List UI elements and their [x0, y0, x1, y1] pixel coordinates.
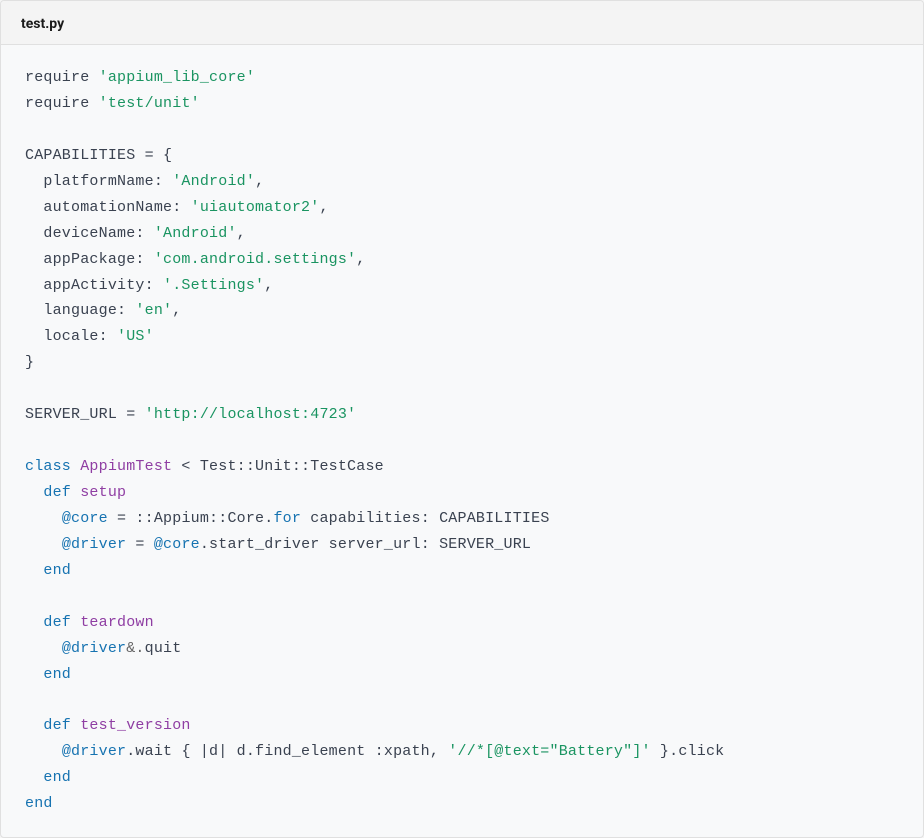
code-token: end: [25, 795, 53, 812]
code-token: AppiumTest: [80, 458, 172, 475]
code-token: @driver: [62, 536, 126, 553]
code-file-container: test.py require 'appium_lib_core' requir…: [0, 0, 924, 838]
code-token: 'en': [135, 302, 172, 319]
code-token: setup: [80, 484, 126, 501]
code-token: end: [43, 562, 71, 579]
code-token: @driver: [62, 640, 126, 657]
code-token: def: [43, 484, 71, 501]
code-token: 'appium_lib_core': [99, 69, 255, 86]
code-token: @core: [154, 536, 200, 553]
code-token: 'Android': [154, 225, 237, 242]
code-token: 'com.android.settings': [154, 251, 356, 268]
code-token: end: [43, 666, 71, 683]
code-token: class: [25, 458, 71, 475]
code-token: for: [273, 510, 301, 527]
file-header: test.py: [1, 1, 923, 45]
code-token: &.: [126, 640, 144, 657]
code-token: '//*[@text="Battery"]': [448, 743, 650, 760]
code-token: 'test/unit': [99, 95, 200, 112]
code-token: 'Android': [172, 173, 255, 190]
code-token: @driver: [62, 743, 126, 760]
code-token: end: [43, 769, 71, 786]
code-token: 'http://localhost:4723': [145, 406, 357, 423]
code-token: @core: [62, 510, 108, 527]
code-token: 'uiautomator2': [191, 199, 320, 216]
code-token: def: [43, 614, 71, 631]
code-block[interactable]: require 'appium_lib_core' require 'test/…: [1, 45, 923, 837]
code-token: 'US': [117, 328, 154, 345]
filename-label: test.py: [21, 16, 64, 32]
code-token: '.Settings': [163, 277, 264, 294]
code-token: test_version: [80, 717, 190, 734]
code-token: def: [43, 717, 71, 734]
code-token: teardown: [80, 614, 154, 631]
